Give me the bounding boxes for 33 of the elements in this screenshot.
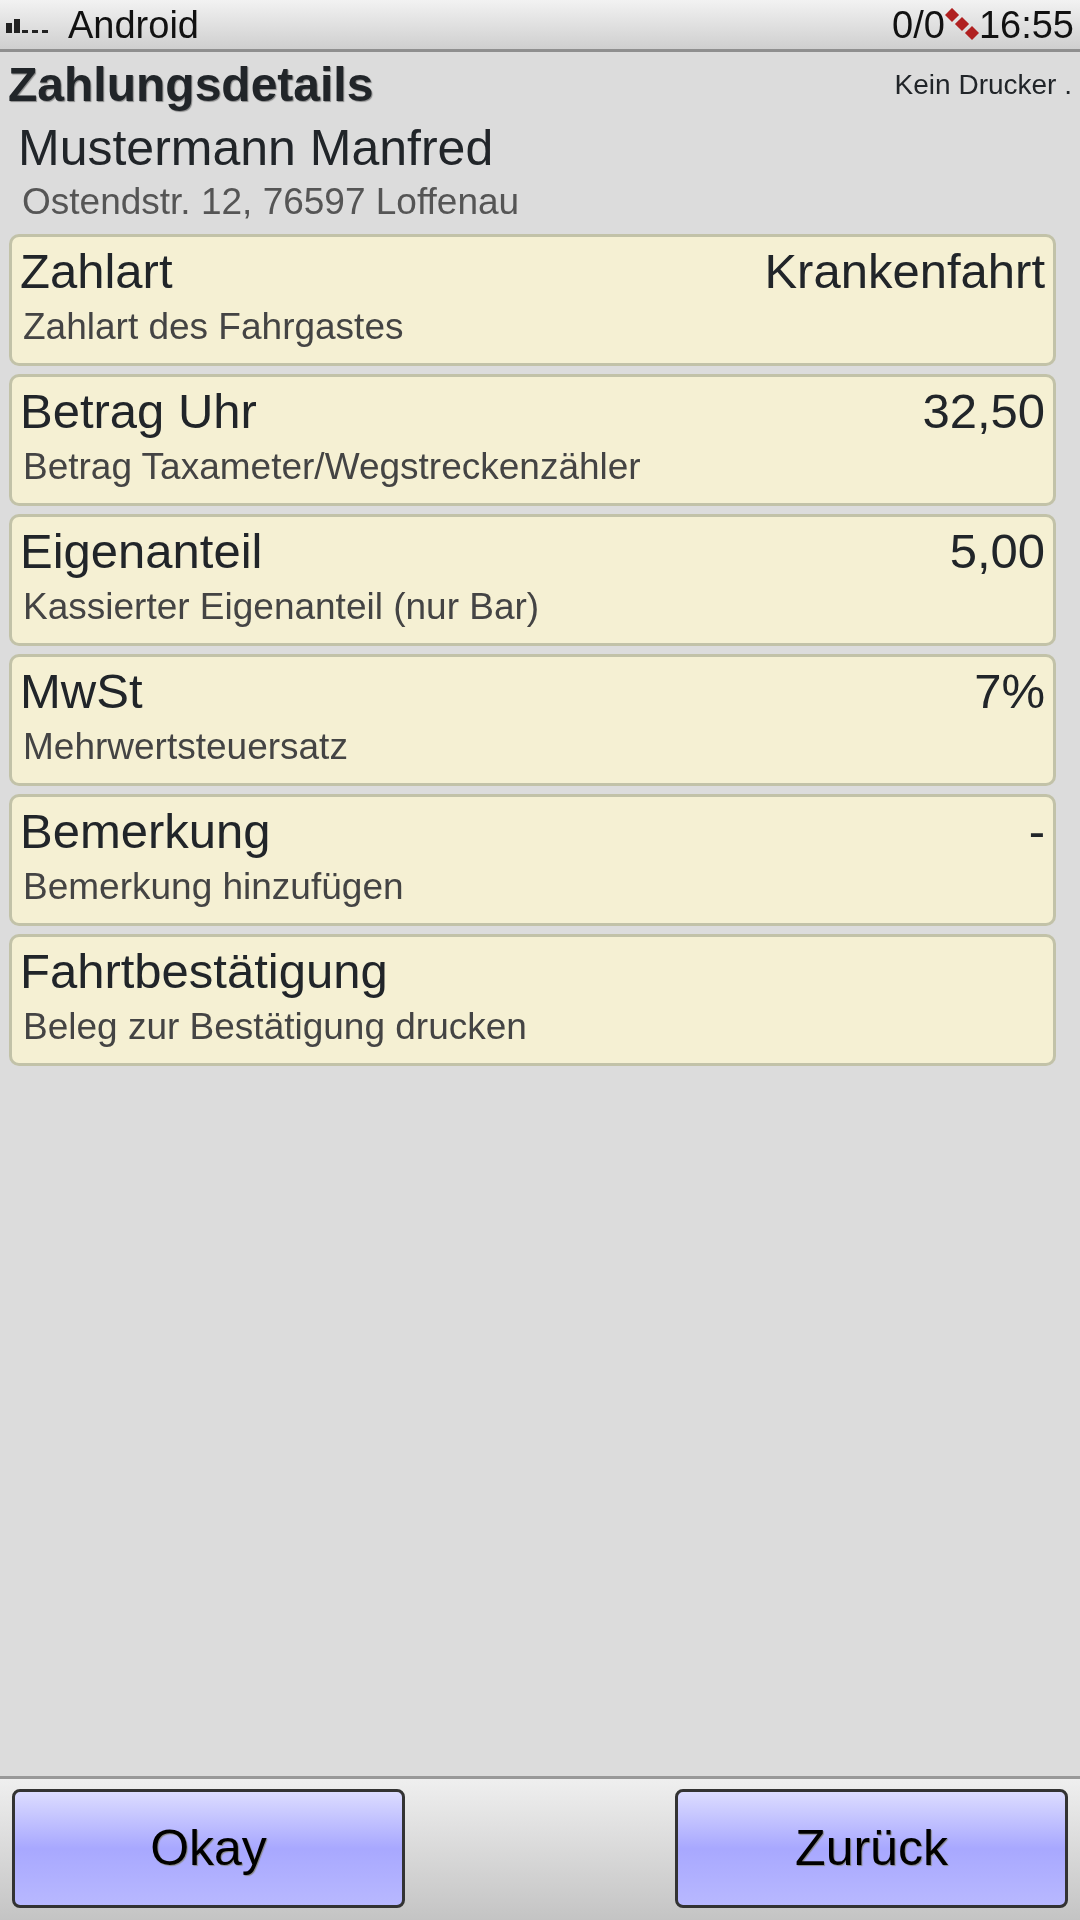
- setting-label: Bemerkung: [20, 803, 271, 861]
- setting-value: Krankenfahrt: [764, 243, 1045, 301]
- customer-name: Mustermann Manfred: [17, 119, 495, 178]
- setting-value: 5,00: [949, 523, 1045, 581]
- satellite-icon: [944, 7, 979, 42]
- setting-row[interactable]: Betrag Uhr 32,50 Betrag Taxameter/Wegstreckenzähler: [9, 374, 1056, 507]
- setting-row[interactable]: Zahlart Krankenfahrt Zahlart des Fahrgastes: [9, 234, 1056, 367]
- setting-description: Kassierter Eigenanteil (nur Bar): [22, 585, 541, 630]
- setting-description: Beleg zur Bestätigung drucken: [22, 1005, 528, 1050]
- setting-value: 7%: [974, 663, 1045, 721]
- setting-value: 32,50: [922, 383, 1045, 441]
- setting-row[interactable]: Fahrtbestätigung Beleg zur Bestätigung drucken: [9, 934, 1056, 1067]
- setting-label: Zahlart: [20, 243, 173, 301]
- setting-label: Betrag Uhr: [20, 383, 257, 441]
- setting-description: Mehrwertsteuersatz: [22, 725, 349, 770]
- setting-label: Fahrtbestätigung: [20, 943, 388, 1001]
- setting-label: Eigenanteil: [20, 523, 263, 581]
- setting-description: Zahlart des Fahrgastes: [22, 305, 405, 350]
- screen-title: Zahlungsdetails: [8, 57, 374, 113]
- setting-label: MwSt: [20, 663, 143, 721]
- setting-row[interactable]: Eigenanteil 5,00 Kassierter Eigenanteil (nur Bar): [9, 514, 1056, 647]
- setting-description: Bemerkung hinzufügen: [22, 865, 405, 910]
- back-button[interactable]: Zurück: [675, 1789, 1068, 1908]
- setting-row[interactable]: MwSt 7% Mehrwertsteuersatz: [9, 654, 1056, 787]
- customer-address: Ostendstr. 12, 76597 Loffenau: [21, 180, 521, 224]
- counter-text: 0/0: [892, 2, 945, 48]
- okay-button[interactable]: Okay: [12, 1789, 405, 1908]
- setting-row[interactable]: Bemerkung - Bemerkung hinzufügen: [9, 794, 1056, 927]
- carrier-name: Android: [68, 2, 199, 48]
- setting-description: Betrag Taxameter/Wegstreckenzähler: [22, 445, 642, 490]
- printer-status: Kein Drucker .: [894, 68, 1072, 102]
- clock-time: 16:55: [978, 2, 1074, 48]
- setting-value: -: [1028, 803, 1045, 861]
